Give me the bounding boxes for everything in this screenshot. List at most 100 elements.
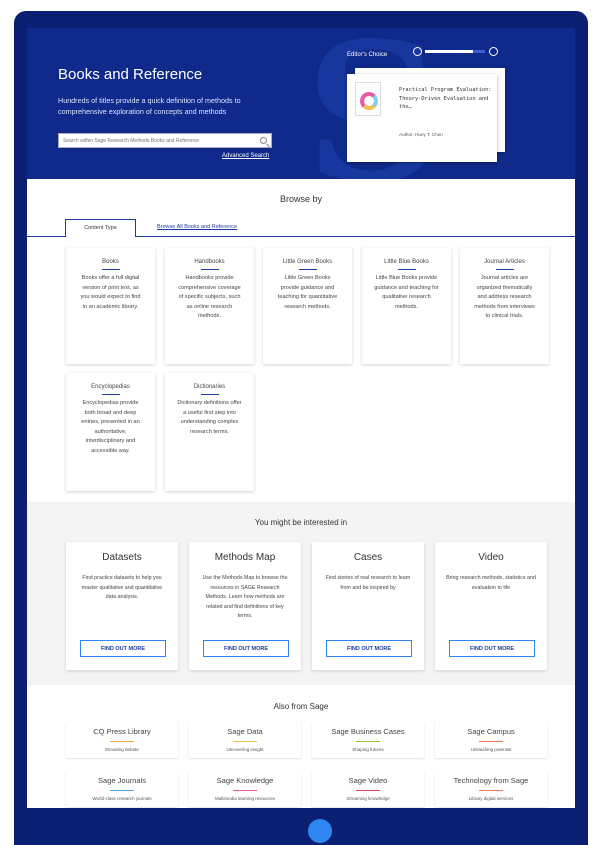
product-card[interactable]: Sage Campus Unleashing potential	[435, 722, 547, 758]
also-from-sage-section: Also from Sage CQ Press Library Elevatin…	[27, 685, 575, 808]
cover-graphic	[360, 92, 378, 110]
product-accent	[479, 741, 503, 742]
content-type-desc: Dictionary definitions offer a useful fi…	[177, 400, 242, 435]
product-name: Sage Video	[348, 776, 388, 785]
product-card[interactable]: Sage Video Streaming knowledge	[312, 771, 424, 807]
find-out-more-button[interactable]: FIND OUT MORE	[449, 640, 535, 657]
content-type-card-dictionaries[interactable]: Dictionaries Dictionary definitions offe…	[165, 373, 254, 491]
content-type-name: Handbooks	[194, 259, 225, 265]
content-type-card-encyclopedias[interactable]: Encyclopedias Encyclopedias provide both…	[66, 373, 155, 491]
content-type-desc: Encyclopedias provide both broad and dee…	[81, 400, 140, 454]
content-type-desc: Journal articles are organized thematica…	[474, 275, 535, 319]
interest-card-desc: Use the Methods Map to browse the resour…	[202, 575, 288, 619]
content-type-card-little-blue-books[interactable]: Little Blue Books Little Blue Books prov…	[362, 248, 451, 364]
divider	[397, 269, 416, 270]
content-type-desc: Books offer a full digital version of pr…	[80, 275, 141, 310]
book-card[interactable]: Practical Program Evaluation: Theory-Dri…	[347, 74, 497, 162]
search-box[interactable]	[58, 133, 272, 148]
product-card[interactable]: Sage Business Cases Shaping futures	[312, 722, 424, 758]
content-type-desc: Handbooks provide comprehensive coverage…	[178, 275, 241, 319]
find-out-more-button[interactable]: FIND OUT MORE	[80, 640, 166, 657]
carousel-progress-fill	[425, 50, 473, 53]
product-tagline: Elevating debate	[105, 747, 139, 752]
product-accent	[110, 790, 134, 791]
interest-card-desc: Find stories of real research to learn f…	[325, 575, 411, 591]
interest-card-video: Video Bring research methods, statistics…	[435, 542, 547, 670]
product-card[interactable]: Sage Journals World-class research journ…	[66, 771, 178, 807]
product-accent	[479, 790, 503, 791]
content-type-card-handbooks[interactable]: Handbooks Handbooks provide comprehensiv…	[165, 248, 254, 364]
interest-card-title: Datasets	[102, 552, 142, 563]
page-subtitle: Hundreds of titles provide a quick defin…	[58, 96, 241, 116]
product-card[interactable]: Sage Knowledge Multimedia learning resou…	[189, 771, 301, 807]
content-type-name: Little Green Books	[282, 259, 333, 265]
divider	[200, 394, 219, 395]
interest-card-title: Cases	[353, 552, 383, 563]
interest-card-datasets: Datasets Find practice datasets to help …	[66, 542, 178, 670]
product-tagline: Unleashing potential	[470, 747, 512, 752]
divider	[200, 269, 219, 270]
product-name: CQ Press Library	[93, 727, 151, 736]
home-button[interactable]	[308, 819, 332, 843]
product-tagline: Multimedia learning resources	[214, 796, 276, 801]
hero-banner: S Books and Reference Hundreds of titles…	[27, 28, 575, 179]
divider	[298, 269, 317, 270]
product-tagline: Shaping futures	[352, 747, 384, 752]
carousel-next-icon[interactable]	[489, 47, 498, 56]
book-cover-image[interactable]	[355, 82, 381, 116]
product-tagline: World-class research journals	[92, 796, 152, 801]
book-title[interactable]: Practical Program Evaluation: Theory-Dri…	[399, 86, 493, 112]
product-card[interactable]: CQ Press Library Elevating debate	[66, 722, 178, 758]
product-tagline: Uncovering insight	[226, 747, 264, 752]
interest-card-desc: Find practice datasets to help you maste…	[81, 575, 163, 600]
divider	[101, 394, 120, 395]
also-title: Also from Sage	[273, 702, 329, 711]
tablet-frame: S Books and Reference Hundreds of titles…	[14, 11, 588, 845]
content-type-name: Dictionaries	[193, 384, 226, 390]
search-icon[interactable]	[260, 137, 267, 144]
product-tagline: Library digital services	[468, 796, 514, 801]
book-author: Author: Huey T. Chen	[399, 132, 443, 137]
browse-section: Browse by Content Type Browse All Books …	[27, 179, 575, 502]
interest-title: You might be interested in	[254, 518, 348, 527]
carousel-progress	[425, 50, 485, 53]
product-name: Sage Campus	[467, 727, 515, 736]
product-name: Technology from Sage	[453, 776, 529, 785]
product-name: Sage Knowledge	[216, 776, 274, 785]
interest-section: You might be interested in Datasets Find…	[27, 502, 575, 685]
content-type-name: Little Blue Books	[384, 259, 429, 265]
product-tagline: Streaming knowledge	[346, 796, 390, 801]
product-accent	[356, 741, 380, 742]
product-accent	[233, 790, 257, 791]
editors-choice-label: Editor's Choice	[347, 52, 388, 58]
browse-title: Browse by	[279, 194, 323, 204]
tab-content-type[interactable]: Content Type	[65, 219, 136, 237]
divider	[101, 269, 120, 270]
interest-card-desc: Bring research methods, statistics and e…	[446, 575, 536, 591]
product-card[interactable]: Sage Data Uncovering insight	[189, 722, 301, 758]
product-accent	[233, 741, 257, 742]
content-type-desc: Little Blue Books provide guidance and t…	[374, 275, 439, 310]
content-type-card-journal-articles[interactable]: Journal Articles Journal articles are or…	[460, 248, 549, 364]
interest-card-title: Video	[478, 552, 504, 563]
content-type-name: Books	[102, 259, 119, 265]
page-title: Books and Reference	[58, 66, 203, 83]
divider	[495, 269, 514, 270]
tab-browse-all[interactable]: Browse All Books and Reference	[157, 224, 237, 230]
find-out-more-button[interactable]: FIND OUT MORE	[326, 640, 412, 657]
content-type-card-books[interactable]: Books Books offer a full digital version…	[66, 248, 155, 364]
content-type-card-little-green-books[interactable]: Little Green Books Little Green Books pr…	[263, 248, 352, 364]
product-card[interactable]: Technology from Sage Library digital ser…	[435, 771, 547, 807]
product-name: Sage Journals	[98, 776, 146, 785]
interest-card-cases: Cases Find stories of real research to l…	[312, 542, 424, 670]
find-out-more-button[interactable]: FIND OUT MORE	[203, 640, 289, 657]
carousel-prev-icon[interactable]	[413, 47, 422, 56]
advanced-search-link[interactable]: Advanced Search	[222, 153, 269, 159]
search-input[interactable]	[63, 136, 253, 146]
screen: S Books and Reference Hundreds of titles…	[27, 28, 575, 808]
product-accent	[356, 790, 380, 791]
product-name: Sage Business Cases	[331, 727, 405, 736]
interest-card-title: Methods Map	[214, 552, 276, 563]
content-type-name: Journal Articles	[484, 259, 525, 265]
content-type-name: Encyclopedias	[91, 384, 130, 390]
